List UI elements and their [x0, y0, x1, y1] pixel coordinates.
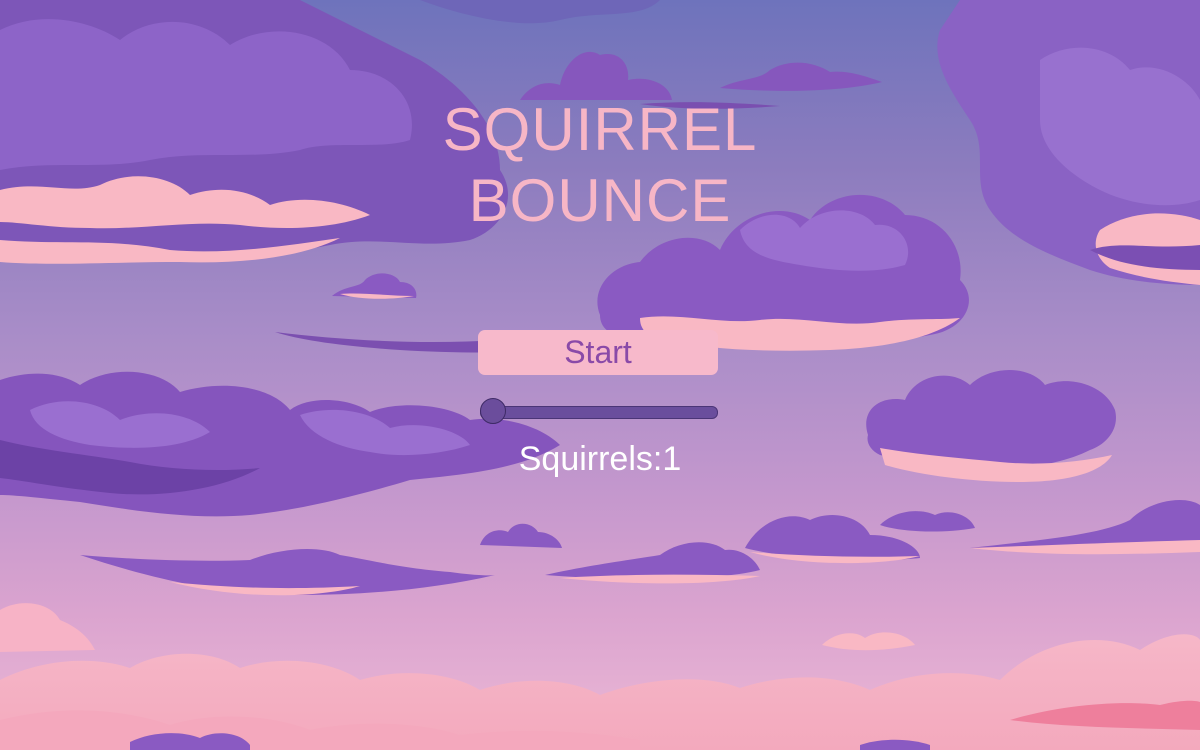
cloud-lower-right [822, 500, 1200, 651]
squirrel-count-display: Squirrels:1 [450, 438, 750, 480]
start-button[interactable]: Start [478, 330, 718, 375]
game-title-line-1: SQUIRREL [442, 96, 758, 163]
squirrel-count-label: Squirrels: [518, 440, 663, 478]
cloud-lower-small [480, 511, 975, 584]
cloud-small-1 [332, 273, 417, 299]
slider-track[interactable] [480, 406, 718, 419]
cloud-lower-left [80, 548, 495, 596]
squirrel-count-slider[interactable] [480, 398, 718, 426]
game-screen: SQUIRREL BOUNCE Start Squirrels:1 [0, 0, 1200, 750]
slider-thumb[interactable] [480, 398, 506, 424]
cloud-top-right [937, 0, 1200, 285]
game-title-line-2: BOUNCE [468, 167, 732, 234]
squirrel-count-value: 1 [662, 440, 682, 478]
cloud-bottom-bank [0, 603, 1200, 750]
cloud-right-middle [866, 370, 1116, 482]
